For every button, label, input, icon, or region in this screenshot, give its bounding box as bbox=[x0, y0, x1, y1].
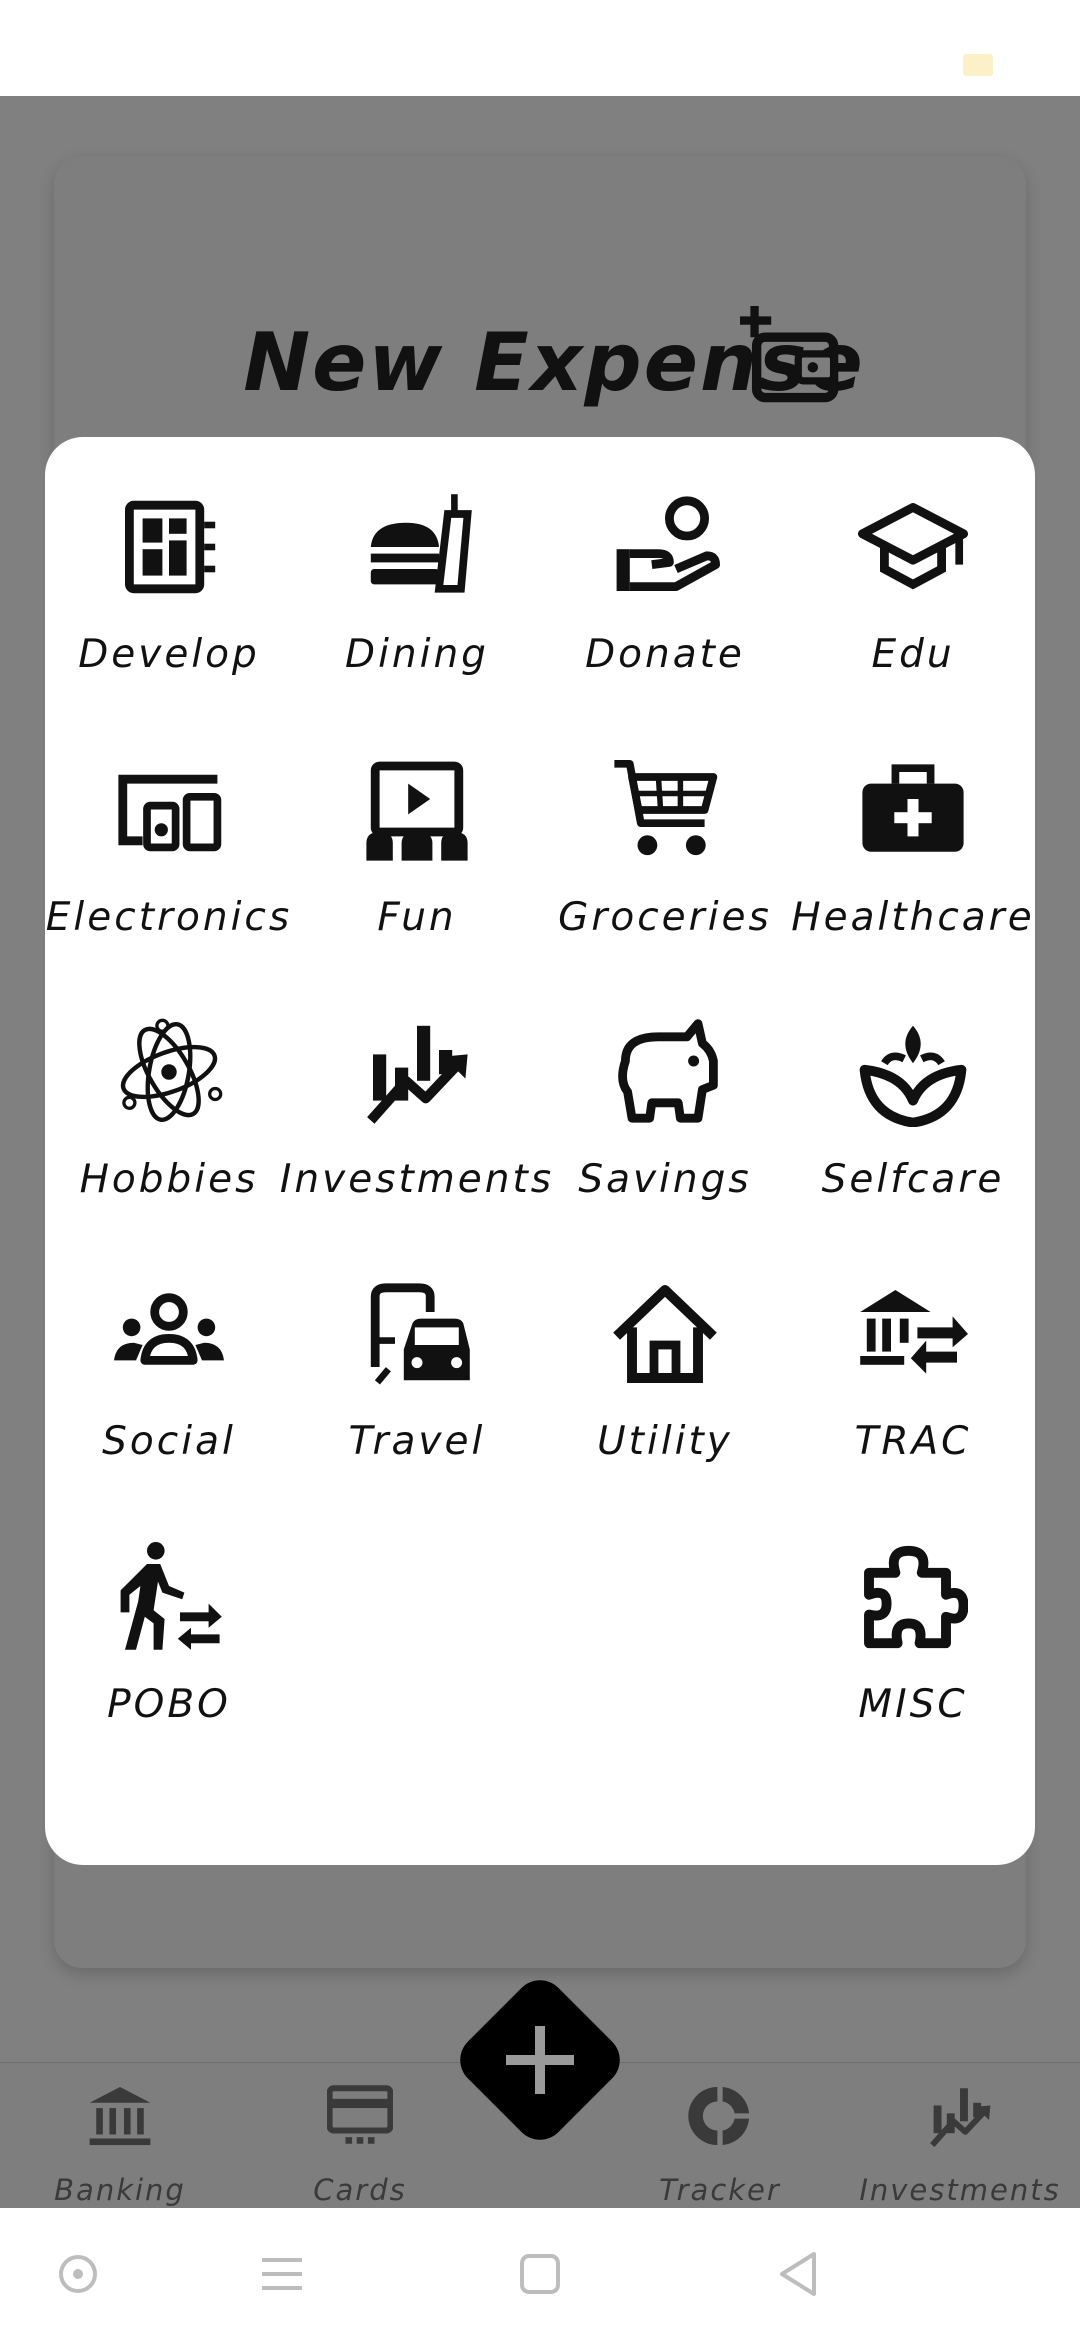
category-label: MISC bbox=[858, 1682, 968, 1727]
add-wallet-icon bbox=[740, 306, 839, 403]
category-selfcare[interactable]: Selfcare bbox=[789, 1017, 1037, 1247]
donate-hand-icon bbox=[616, 496, 720, 591]
category-fun[interactable]: Fun bbox=[293, 755, 541, 985]
category-label: Investments bbox=[279, 1157, 555, 1202]
category-label: Utility bbox=[597, 1419, 733, 1464]
category-label: Social bbox=[102, 1419, 236, 1464]
devices-icon bbox=[118, 774, 222, 852]
nav-cards[interactable]: Cards bbox=[240, 2063, 480, 2209]
status-indicator-icon bbox=[963, 54, 993, 76]
nav-label: Cards bbox=[313, 2173, 407, 2207]
category-label: Groceries bbox=[558, 895, 772, 940]
house-icon bbox=[613, 1285, 717, 1383]
spa-icon bbox=[859, 1025, 967, 1128]
category-trac[interactable]: TRAC bbox=[789, 1279, 1037, 1509]
category-label: TRAC bbox=[854, 1419, 972, 1464]
category-groceries[interactable]: Groceries bbox=[541, 755, 789, 985]
category-edu[interactable]: Edu bbox=[789, 492, 1037, 722]
system-navigation-bar bbox=[0, 2208, 1080, 2340]
category-investments[interactable]: Investments bbox=[280, 1017, 551, 1247]
category-utility[interactable]: Utility bbox=[541, 1279, 789, 1509]
dashboard-icon bbox=[125, 500, 216, 594]
nav-label: Tracker bbox=[659, 2173, 781, 2207]
category-healthcare[interactable]: Healthcare bbox=[789, 755, 1037, 985]
nav-investments[interactable]: Investments bbox=[840, 2063, 1080, 2209]
status-bar bbox=[0, 0, 1080, 96]
assistant-circle-icon[interactable] bbox=[50, 2246, 106, 2302]
plus-icon bbox=[506, 2026, 574, 2094]
back-triangle-icon[interactable] bbox=[770, 2246, 826, 2302]
card-icon bbox=[327, 2085, 393, 2144]
category-label: Develop bbox=[78, 632, 260, 677]
category-dining[interactable]: Dining bbox=[293, 492, 541, 722]
category-label: Travel bbox=[348, 1419, 486, 1464]
category-label: Hobbies bbox=[79, 1157, 259, 1202]
nav-banking[interactable]: Banking bbox=[0, 2063, 240, 2209]
group-icon bbox=[114, 1293, 224, 1365]
walking-transfer-icon bbox=[120, 1542, 222, 1650]
bank-transfer-icon bbox=[860, 1290, 968, 1374]
puzzle-icon bbox=[864, 1545, 969, 1649]
medical-bag-icon bbox=[862, 764, 964, 852]
donut-chart-icon bbox=[688, 2086, 750, 2146]
menu-icon[interactable] bbox=[254, 2246, 310, 2302]
home-square-icon[interactable] bbox=[512, 2246, 568, 2302]
category-savings[interactable]: Savings bbox=[541, 1017, 789, 1247]
category-electronics[interactable]: Electronics bbox=[45, 755, 293, 985]
bank-icon bbox=[89, 2086, 151, 2146]
category-label: Savings bbox=[578, 1157, 752, 1202]
nav-tracker[interactable]: Tracker bbox=[600, 2063, 840, 2209]
commute-icon bbox=[370, 1283, 470, 1385]
nav-label: Investments bbox=[859, 2173, 1061, 2207]
shopping-cart-icon bbox=[614, 759, 718, 856]
category-social[interactable]: Social bbox=[45, 1279, 293, 1509]
chart-trend-icon bbox=[930, 2088, 991, 2148]
fastfood-icon bbox=[370, 494, 472, 593]
chart-trend-icon bbox=[367, 1025, 468, 1124]
category-travel[interactable]: Travel bbox=[293, 1279, 541, 1509]
atom-icon bbox=[120, 1018, 223, 1122]
category-develop[interactable]: Develop bbox=[45, 492, 293, 722]
category-label: Donate bbox=[585, 632, 745, 677]
category-label: Edu bbox=[871, 632, 955, 677]
graduation-cap-icon bbox=[858, 503, 968, 590]
piggy-bank-icon bbox=[618, 1019, 718, 1123]
category-label: Fun bbox=[377, 895, 457, 940]
category-label: POBO bbox=[107, 1682, 231, 1727]
category-donate[interactable]: Donate bbox=[541, 492, 789, 722]
nav-label: Banking bbox=[54, 2173, 186, 2207]
page-title: New Expense bbox=[243, 316, 865, 409]
category-label: Healthcare bbox=[791, 895, 1035, 940]
category-pobo[interactable]: POBO bbox=[45, 1542, 293, 1772]
category-label: Selfcare bbox=[821, 1157, 1005, 1202]
category-misc[interactable]: MISC bbox=[789, 1542, 1037, 1772]
category-hobbies[interactable]: Hobbies bbox=[45, 1017, 293, 1247]
category-label: Dining bbox=[345, 632, 489, 677]
category-picker-modal: Develop Dining Donate Edu Electronics Fu… bbox=[45, 437, 1035, 1865]
theater-icon bbox=[366, 761, 468, 861]
category-label: Electronics bbox=[45, 895, 293, 940]
